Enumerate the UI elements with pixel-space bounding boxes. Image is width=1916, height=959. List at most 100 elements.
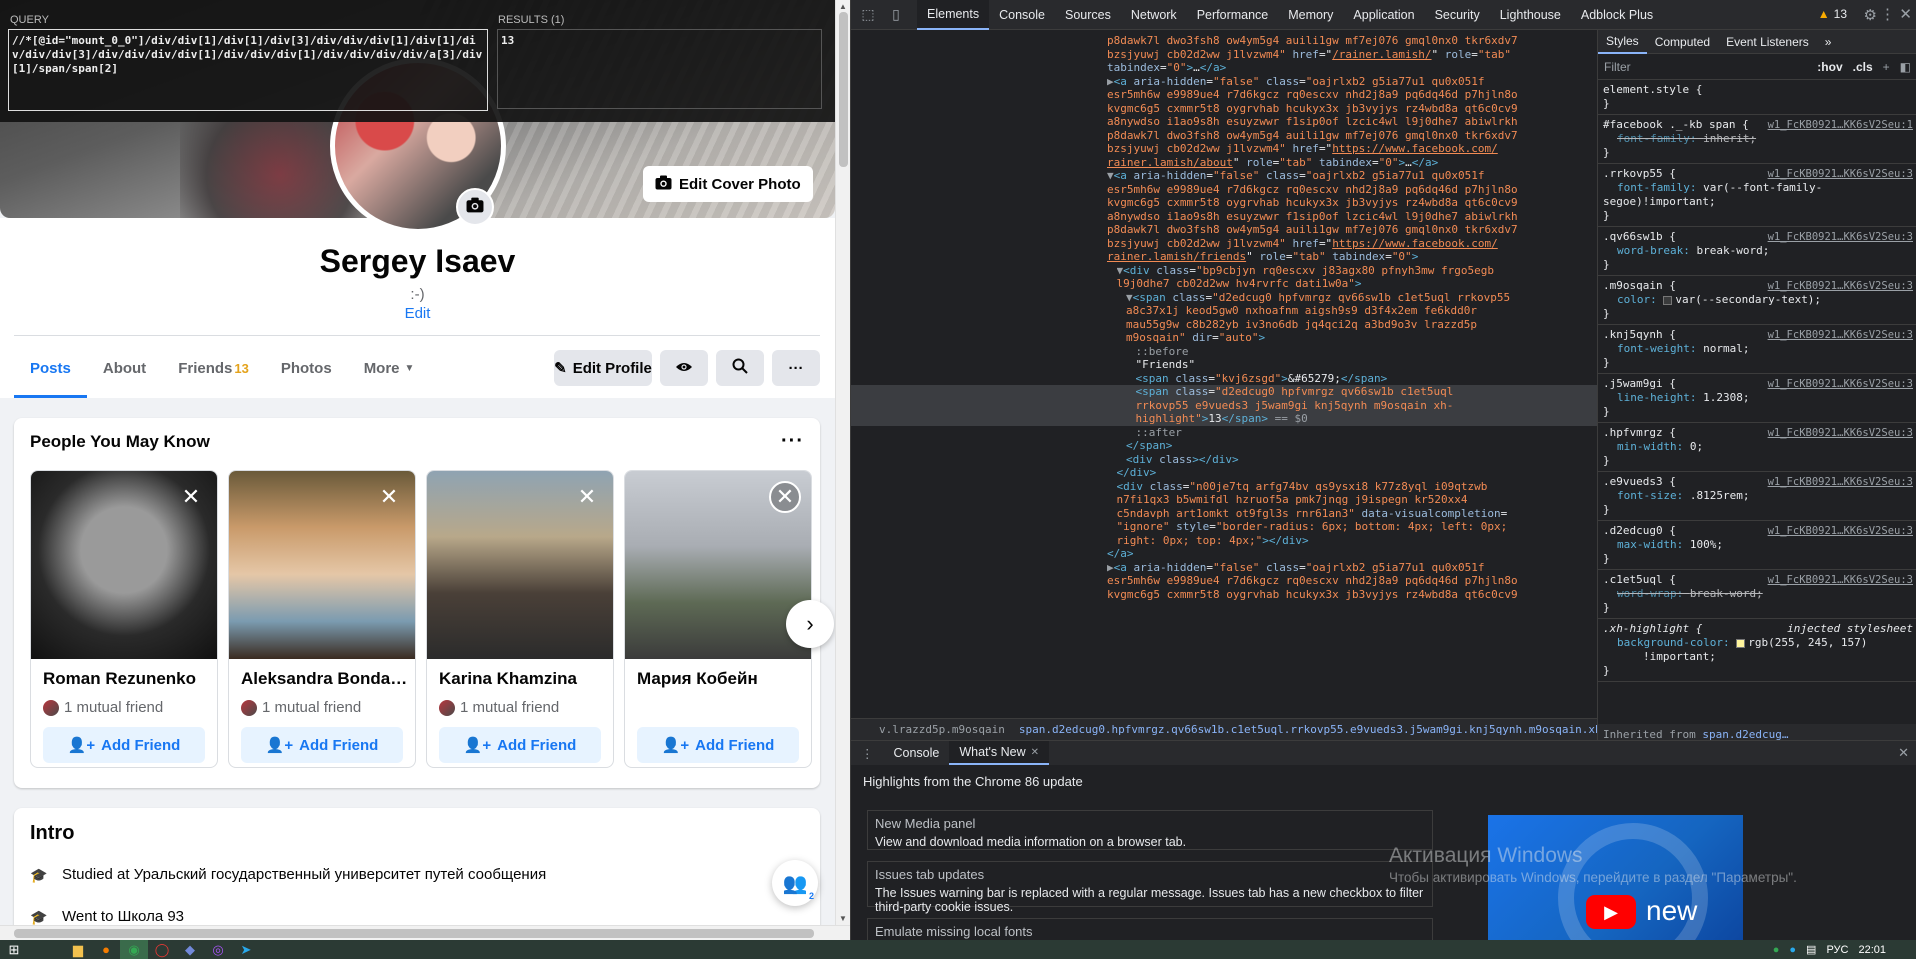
edit-cover-photo-button[interactable]: Edit Cover Photo (643, 166, 813, 202)
dismiss-icon[interactable]: ✕ (769, 481, 801, 513)
tray-app-icon[interactable]: ● (1789, 944, 1796, 956)
dom-node-line[interactable]: ▼<a aria-hidden="false" class="oajrlxb2 … (1107, 169, 1485, 183)
person-photo[interactable]: ✕ (427, 471, 613, 659)
devtools-tab-performance[interactable]: Performance (1187, 0, 1279, 30)
style-property[interactable]: background-color: rgb(255, 245, 157) (1603, 636, 1912, 650)
device-toolbar-icon[interactable]: ▯ (885, 4, 907, 26)
podcast-icon[interactable]: ◎ (204, 940, 232, 959)
dom-node-line[interactable]: ▼<span class="d2edcug0 hpfvmrgz qv66sw1b… (1126, 291, 1510, 305)
dom-node-line[interactable]: n7fi1qx3 b5wmifdl hzruof5a pmk7jnqg j9is… (1117, 493, 1468, 507)
dom-node-line[interactable]: tabindex="0">…</a> (1107, 61, 1226, 75)
devtools-tab-security[interactable]: Security (1425, 0, 1490, 30)
youtube-play-icon[interactable]: ▶ (1586, 895, 1636, 929)
dismiss-icon[interactable]: ✕ (175, 481, 207, 513)
mutual-friends[interactable]: 1 mutual friend (43, 699, 163, 716)
dom-node-line[interactable]: kvgmc6g5 cxmmr5t8 oygrvhab hcukyx3x jb3v… (1107, 588, 1518, 602)
style-property[interactable]: color: var(--secondary-text); (1603, 293, 1912, 307)
dom-node-line[interactable]: right: 0px; top: 4px;"></div> (1117, 534, 1309, 548)
dom-node-line[interactable]: </div> (1117, 466, 1157, 480)
close-icon[interactable]: ✕ (1898, 745, 1909, 761)
close-icon[interactable]: ✕ (1031, 747, 1039, 758)
edit-bio-link[interactable]: Edit (0, 305, 835, 322)
style-property[interactable]: word-break: break-word; (1603, 244, 1912, 258)
telegram-icon[interactable]: ➤ (232, 940, 260, 959)
warnings-counter[interactable]: ▲ 13 (1818, 7, 1847, 21)
dom-node-line[interactable]: "Friends" (1136, 358, 1196, 372)
tab-event-listeners[interactable]: Event Listeners (1718, 30, 1817, 54)
page-horizontal-scrollbar[interactable] (0, 925, 850, 940)
dom-node-line[interactable]: rainer.lamish/about" role="tab" tabindex… (1107, 156, 1438, 170)
devtools-tab-elements[interactable]: Elements (917, 0, 990, 30)
dom-node-line[interactable]: rainer.lamish/friends" role="tab" tabind… (1107, 250, 1418, 264)
devtools-tab-console[interactable]: Console (989, 0, 1055, 30)
add-friend-button[interactable]: 👤+ Add Friend (43, 727, 205, 763)
mutual-friends[interactable]: 1 mutual friend (241, 699, 361, 716)
hover-state-toggle[interactable]: :hov (1817, 60, 1842, 74)
view-as-button[interactable] (660, 350, 708, 386)
tab-more[interactable]: More ▼ (348, 338, 431, 398)
tab-posts[interactable]: Posts (14, 338, 87, 398)
language-indicator[interactable]: РУС (1826, 944, 1848, 956)
dom-node-line[interactable]: ::after (1136, 426, 1182, 440)
style-rule[interactable]: .m9osqain {w1_FcKB0921…KK6sV2Seu:3 color:… (1598, 276, 1916, 325)
discord-icon[interactable]: ◆ (176, 940, 204, 959)
contacts-chat-button[interactable]: 👥 2 (772, 860, 818, 906)
update-profile-picture-button[interactable] (456, 188, 494, 226)
rule-source-link[interactable]: w1_FcKB0921…KK6sV2Seu:3 (1768, 524, 1913, 538)
dom-node-line[interactable]: <span class="kvj6zsgd">&#65279;</span> (1136, 372, 1388, 386)
dismiss-icon[interactable]: ✕ (373, 481, 405, 513)
person-photo[interactable]: ✕ (625, 471, 811, 659)
vertical-dots-icon[interactable]: ⋮ (1880, 5, 1895, 23)
tab-photos[interactable]: Photos (265, 338, 348, 398)
chevron-right-icon[interactable]: › (786, 600, 834, 648)
dom-node-line[interactable]: p8dawk7l dwo3fsh8 ow4ym5g4 auili1gw mf7e… (1107, 223, 1518, 237)
dom-node-line[interactable]: kvgmc6g5 cxmmr5t8 oygrvhab hcukyx3x jb3v… (1107, 196, 1518, 210)
color-swatch[interactable] (1736, 638, 1746, 648)
dom-node-line[interactable]: bzsjyuwj cb02d2ww j1lvzwm4" href="https:… (1107, 237, 1498, 251)
dom-node-line[interactable]: mau55g9w c8b282yb iv3no6db jq4qci2q a3bd… (1126, 318, 1477, 332)
drawer-menu-icon[interactable]: ⋮ (851, 746, 884, 761)
scroll-down-arrow-icon[interactable]: ▼ (839, 914, 847, 923)
dom-node-line[interactable]: ▶<a aria-hidden="false" class="oajrlxb2 … (1107, 561, 1485, 575)
style-rule[interactable]: #facebook ._-kb span {w1_FcKB0921…KK6sV2… (1598, 115, 1916, 164)
xpath-results-output[interactable]: 13 (497, 29, 822, 109)
dom-node-line[interactable]: </a> (1107, 547, 1134, 561)
dom-node-line-selected[interactable]: highlight">13</span> == $0 (1136, 412, 1308, 426)
plus-icon[interactable]: + (1883, 60, 1890, 74)
dom-node-line[interactable]: a8c37x1j keod5gw0 nxhoafnm aigsh9s9 d3f4… (1126, 304, 1477, 318)
opera-icon[interactable]: ◯ (148, 940, 176, 959)
class-toggle[interactable]: .cls (1853, 60, 1873, 74)
whats-new-item[interactable]: New Media panel View and download media … (867, 810, 1433, 850)
search-profile-button[interactable] (716, 350, 764, 386)
style-rule[interactable]: .qv66sw1b {w1_FcKB0921…KK6sV2Seu:3 word-b… (1598, 227, 1916, 276)
dismiss-icon[interactable]: ✕ (571, 481, 603, 513)
color-swatch[interactable] (1663, 295, 1673, 305)
style-property[interactable]: word-wrap: break-word; (1603, 587, 1912, 601)
style-property[interactable]: max-width: 100%; (1603, 538, 1912, 552)
person-name[interactable]: Karina Khamzina (439, 669, 607, 689)
rule-source-link[interactable]: w1_FcKB0921…KK6sV2Seu:3 (1768, 230, 1913, 244)
person-card[interactable]: ✕ Aleksandra Bondar... 1 mutual friend 👤… (228, 470, 416, 768)
dom-node-line[interactable]: l9j0dhe7 cb02d2ww hv4rvrfc dati1w0a"> (1117, 277, 1362, 291)
style-property[interactable]: font-size: .8125rem; (1603, 489, 1912, 503)
dom-node-line[interactable]: p8dawk7l dwo3fsh8 ow4ym5g4 auili1gw mf7e… (1107, 34, 1518, 48)
style-property[interactable]: min-width: 0; (1603, 440, 1912, 454)
devtools-tab-adblock[interactable]: Adblock Plus (1571, 0, 1663, 30)
dom-node-line[interactable]: ▼<div class="bp9cbjyn rq0escxv j83agx80 … (1117, 264, 1495, 278)
dom-node-line[interactable]: bzsjyuwj cb02d2ww j1lvzwm4" href="/raine… (1107, 48, 1511, 62)
add-friend-button[interactable]: 👤+ Add Friend (637, 727, 799, 763)
person-name[interactable]: Aleksandra Bondar... (241, 669, 409, 689)
dom-node-line[interactable]: esr5mh6w e9989ue4 r7d6kgcz rq0escxv nhd2… (1107, 88, 1518, 102)
rule-source-link[interactable]: w1_FcKB0921…KK6sV2Seu:3 (1768, 279, 1913, 293)
dom-node-line[interactable]: kvgmc6g5 cxmmr5t8 oygrvhab hcukyx3x jb3v… (1107, 102, 1518, 116)
style-rule[interactable]: .xh-highlight {injected stylesheet backgr… (1598, 619, 1916, 682)
style-property[interactable]: line-height: 1.2308; (1603, 391, 1912, 405)
chrome-icon[interactable]: ◉ (120, 940, 148, 959)
dom-node-line[interactable]: bzsjyuwj cb02d2ww j1lvzwm4" href="https:… (1107, 142, 1498, 156)
dom-node-line[interactable]: esr5mh6w e9989ue4 r7d6kgcz rq0escxv nhd2… (1107, 183, 1518, 197)
chevron-double-right-icon[interactable]: » (1817, 30, 1840, 54)
dom-node-line[interactable]: a8nywdso i1ao9s8h esuyzwwr f1sip0of lzci… (1107, 210, 1518, 224)
style-rule[interactable]: .j5wam9gi {w1_FcKB0921…KK6sV2Seu:3 line-h… (1598, 374, 1916, 423)
pymk-options-icon[interactable]: ··· (781, 430, 804, 453)
mutual-friends[interactable]: 1 mutual friend (439, 699, 559, 716)
